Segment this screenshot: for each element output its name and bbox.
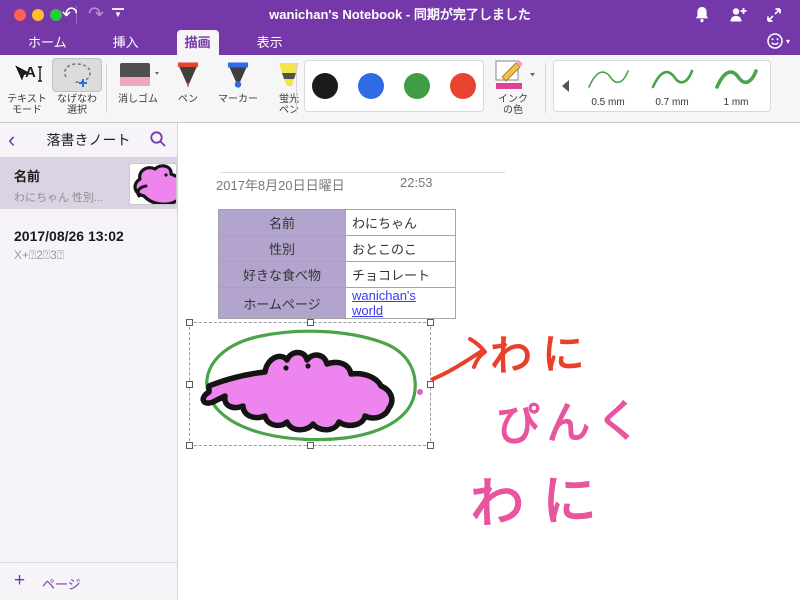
- page-date: 2017年8月20日日曜日: [216, 178, 345, 193]
- marker-label: マーカー: [218, 94, 258, 105]
- table-value-cell[interactable]: わにちゃん: [345, 209, 456, 236]
- draw-ribbon: A テキスト モード なげなわ 選択 消しゴム ペン マーカー 蛍光 ペン イン…: [0, 55, 800, 123]
- ink-color-label: インク: [498, 94, 528, 105]
- page-time: 22:53: [400, 175, 433, 190]
- ink-annotation-pinku[interactable]: ぴんく: [495, 384, 647, 453]
- page-item-subtitle: X+⍰2⍰3⍰: [14, 248, 64, 262]
- table-row: 性別 おとこのこ: [218, 235, 456, 262]
- page-canvas[interactable]: 2017年8月20日日曜日 22:53 名前 わにちゃん 性別 おとこのこ 好き…: [178, 123, 800, 600]
- table-header-cell[interactable]: 好きな食べ物: [218, 261, 346, 288]
- pink-ink-dot: [417, 389, 423, 395]
- lasso-select-button[interactable]: なげなわ 選択: [52, 58, 102, 116]
- table-header-cell[interactable]: 名前: [218, 209, 346, 236]
- page-item[interactable]: 2017/08/26 13:02 X+⍰2⍰3⍰: [0, 219, 177, 271]
- table-header-cell[interactable]: ホームページ: [218, 287, 346, 319]
- page-item-subtitle: わにちゃん 性別...: [14, 192, 104, 204]
- page-thumbnail: [129, 163, 177, 205]
- window-title: wanichan's Notebook - 同期が完了しました: [269, 7, 531, 22]
- table-value-cell[interactable]: チョコレート: [345, 261, 456, 288]
- ribbon-divider: [545, 63, 546, 113]
- page-title-underline: [220, 172, 505, 173]
- thickness-box: 0.5 mm 0.7 mm 1 mm: [553, 60, 771, 112]
- crocodile-eye: [283, 365, 289, 371]
- add-page-label: ページ: [42, 577, 81, 592]
- pen-label: ペン: [178, 94, 198, 105]
- page-list-sidebar: ‹ 落書きノート 名前 わにちゃん 性別... 2017/08/26 13:02…: [0, 123, 178, 600]
- swatch-green[interactable]: [404, 73, 430, 99]
- lasso-label: なげなわ: [57, 94, 97, 105]
- thickness-label: 1 mm: [723, 97, 749, 108]
- tab-view[interactable]: 表示: [249, 30, 291, 55]
- eraser-button[interactable]: 消しゴム: [112, 58, 164, 105]
- swatch-blue[interactable]: [358, 73, 384, 99]
- crocodile-eye: [305, 363, 311, 369]
- table-row: 名前 わにちゃん: [218, 209, 456, 236]
- fullscreen-expand-icon[interactable]: [764, 5, 784, 25]
- ink-annotation-wani-pink[interactable]: わに: [469, 455, 616, 539]
- ribbon-divider: [296, 63, 297, 113]
- table-row: 好きな食べ物 チョコレート: [218, 261, 456, 288]
- red-arrow-ink[interactable]: [428, 329, 494, 385]
- crocodile-ink-drawing[interactable]: [189, 322, 431, 446]
- crocodile-body: [200, 349, 395, 433]
- marker-icon: [212, 58, 264, 92]
- pen-icon: [166, 58, 210, 92]
- text-mode-icon: A: [2, 58, 52, 92]
- plus-icon: +: [14, 570, 26, 591]
- notifications-bell-icon[interactable]: [692, 5, 712, 25]
- table-header-cell[interactable]: 性別: [218, 235, 346, 262]
- tab-insert[interactable]: 挿入: [105, 30, 147, 55]
- swatch-red[interactable]: [450, 73, 476, 99]
- thickness-option-1[interactable]: 1 mm: [708, 65, 764, 108]
- search-icon[interactable]: [149, 130, 167, 148]
- tab-draw[interactable]: 描画: [176, 30, 219, 55]
- share-add-person-icon[interactable]: [728, 5, 748, 25]
- feedback-smiley-icon[interactable]: ▾: [766, 32, 790, 50]
- thickness-label: 0.5 mm: [591, 97, 625, 108]
- add-page-button[interactable]: + ページ: [0, 562, 177, 600]
- text-mode-label: テキスト: [7, 94, 47, 105]
- onenote-window: ↶ ↷ ▼ wanichan's Notebook - 同期が完了しました ホー…: [0, 0, 800, 600]
- marker-button[interactable]: マーカー: [212, 58, 264, 105]
- thickness-option-05[interactable]: 0.5 mm: [580, 65, 636, 108]
- pen-button[interactable]: ペン: [166, 58, 210, 105]
- thickness-prev-icon[interactable]: [560, 79, 570, 93]
- eraser-icon: [112, 58, 164, 92]
- page-item-selected[interactable]: 名前 わにちゃん 性別...: [0, 157, 177, 209]
- text-mode-button[interactable]: A テキスト モード: [2, 58, 52, 116]
- profile-table[interactable]: 名前 わにちゃん 性別 おとこのこ 好きな食べ物 チョコレート ホームページ w…: [218, 209, 456, 319]
- tab-home[interactable]: ホーム: [20, 30, 75, 55]
- color-swatch-box: [304, 60, 484, 112]
- homepage-link[interactable]: wanichan's world: [352, 288, 416, 318]
- ink-annotation-wani-red[interactable]: わに: [489, 319, 595, 384]
- thickness-option-07[interactable]: 0.7 mm: [644, 65, 700, 108]
- ribbon-divider: [106, 63, 107, 113]
- table-row: ホームページ wanichan's world: [218, 287, 456, 319]
- titlebar: ↶ ↷ ▼ wanichan's Notebook - 同期が完了しました: [0, 0, 800, 30]
- svg-text:A: A: [25, 64, 36, 81]
- eraser-label: 消しゴム: [118, 94, 158, 105]
- sidebar-header: ‹ 落書きノート: [0, 123, 177, 157]
- lasso-icon: [52, 58, 102, 92]
- ribbon-tab-row: ホーム 挿入 描画 表示 ▾: [0, 30, 800, 55]
- ink-color-button[interactable]: インク の色: [486, 58, 540, 116]
- page-item-title: 2017/08/26 13:02: [14, 228, 124, 244]
- ink-color-icon: [486, 58, 540, 92]
- table-value-cell[interactable]: おとこのこ: [345, 235, 456, 262]
- swatch-black[interactable]: [312, 73, 338, 99]
- thickness-label: 0.7 mm: [655, 97, 689, 108]
- feedback-dropdown-icon: ▾: [785, 36, 790, 46]
